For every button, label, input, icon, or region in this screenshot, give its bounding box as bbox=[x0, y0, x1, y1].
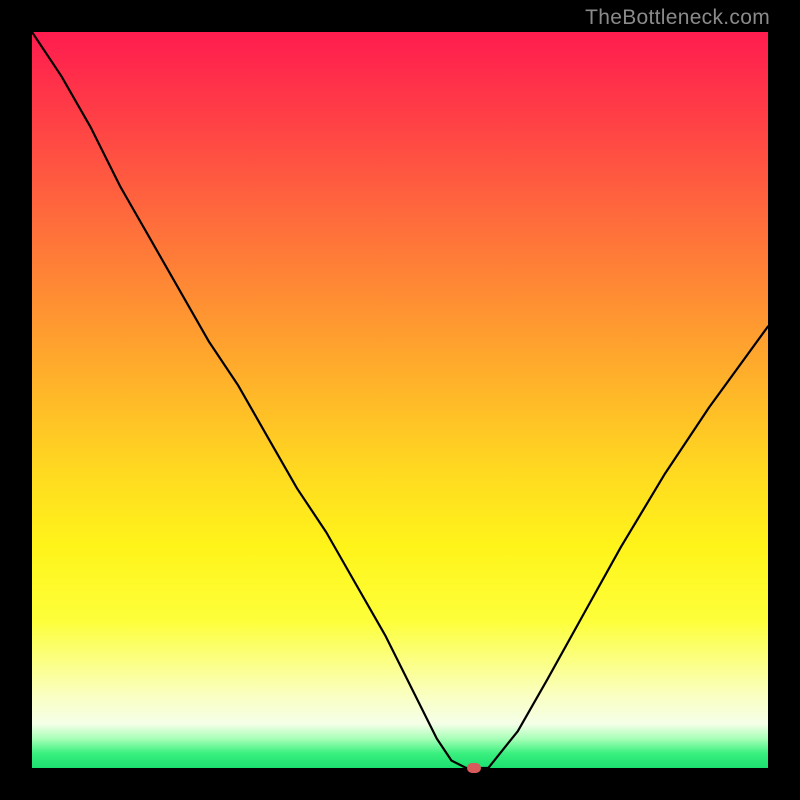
bottleneck-curve bbox=[32, 32, 768, 768]
chart-container: TheBottleneck.com bbox=[0, 0, 800, 800]
current-point-marker bbox=[467, 763, 481, 773]
watermark-label: TheBottleneck.com bbox=[585, 6, 770, 30]
plot-area bbox=[32, 32, 768, 768]
